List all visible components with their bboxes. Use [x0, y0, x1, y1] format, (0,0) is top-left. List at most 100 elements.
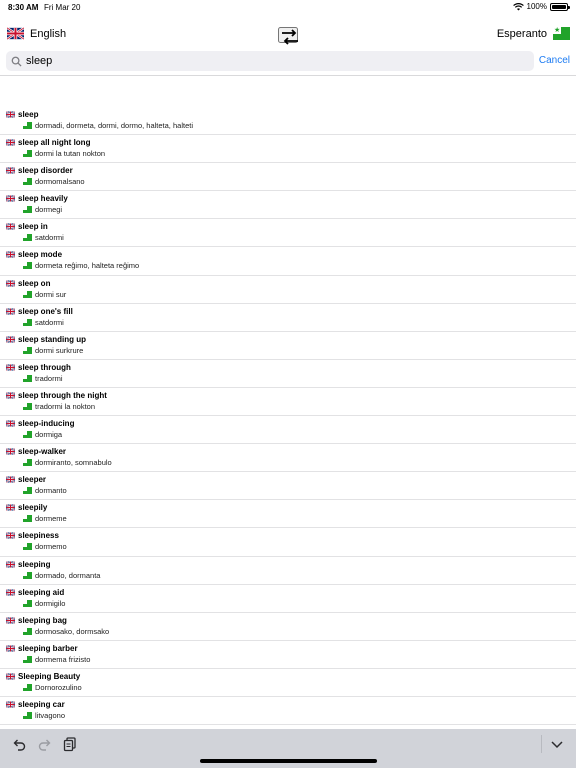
esperanto-flag-icon — [23, 431, 32, 439]
uk-flag-icon — [6, 616, 15, 624]
esperanto-flag-icon: ★ — [553, 27, 570, 40]
result-term: sleep through the night — [6, 391, 107, 400]
result-term-text: sleeping bag — [18, 615, 67, 625]
result-translation: dormema frizisto — [23, 655, 90, 664]
search-input[interactable] — [26, 55, 506, 67]
result-term: sleep — [6, 110, 38, 119]
uk-flag-icon — [6, 335, 15, 343]
result-translation: dormosako, dormsako — [23, 627, 109, 636]
esperanto-flag-icon — [23, 655, 32, 663]
search-box[interactable] — [6, 51, 534, 71]
target-language-button[interactable]: Esperanto ★ — [497, 27, 570, 40]
result-translation-text: dormi surkrure — [35, 345, 84, 355]
uk-flag-icon — [6, 111, 15, 118]
uk-flag-icon — [7, 27, 24, 40]
esperanto-flag-icon — [23, 711, 32, 719]
esperanto-flag-icon — [23, 374, 32, 382]
result-translation: satdormi — [23, 233, 64, 242]
result-term-text: sleeping car — [18, 699, 65, 709]
result-term: sleeping bag — [6, 616, 67, 625]
result-term-text: sleeping — [18, 559, 51, 569]
result-row[interactable]: sleeper dormanto — [0, 472, 576, 501]
result-row[interactable]: sleeping aid dormigilo — [0, 585, 576, 613]
result-row[interactable]: sleep-inducing dormiga — [0, 416, 576, 445]
result-row[interactable]: sleeping bag dormosako, dormsako — [0, 613, 576, 641]
esperanto-flag-icon — [23, 543, 32, 551]
source-language-button[interactable]: English — [7, 27, 66, 40]
uk-flag-icon — [6, 644, 15, 652]
result-translation: dormi surkrure — [23, 346, 83, 355]
result-row[interactable]: sleeping car litvagono — [0, 697, 576, 726]
result-translation-text: satdormi — [35, 233, 64, 243]
result-translation-text: dormi la tutan nokton — [35, 149, 106, 159]
result-row[interactable]: sleeping dormado, dormanta — [0, 557, 576, 585]
uk-flag-icon — [6, 139, 15, 147]
esperanto-flag-icon — [23, 122, 32, 129]
result-term-text: sleep in — [18, 222, 48, 232]
uk-flag-icon — [6, 504, 15, 512]
uk-flag-icon — [6, 588, 15, 596]
result-row[interactable]: sleep disorder dormomalsano — [0, 163, 576, 192]
result-row[interactable]: sleep heavily dormegi — [0, 191, 576, 220]
result-translation-text: dormanto — [35, 486, 67, 496]
result-translation-text: dormiranto, somnabulo — [35, 458, 112, 468]
result-row[interactable]: sleeping barber dormema frizisto — [0, 641, 576, 669]
result-translation: dormadi, dormeta, dormi, dormo, halteta,… — [23, 121, 193, 130]
swap-arrows-icon — [282, 29, 298, 45]
status-date: Fri Mar 20 — [44, 3, 81, 12]
swap-languages-button[interactable] — [278, 27, 298, 45]
result-term: Sleeping Beauty — [6, 672, 80, 681]
result-translation: dormanto — [23, 486, 67, 495]
result-term: sleep one's fill — [6, 307, 73, 316]
uk-flag-icon — [6, 167, 15, 175]
result-translation-text: dormegi — [35, 205, 63, 215]
result-term-text: sleeping barber — [18, 643, 78, 653]
result-row[interactable]: Sleeping Beauty Dornorozulino — [0, 669, 576, 697]
redo-button[interactable] — [37, 736, 53, 752]
result-row[interactable]: sleep standing up dormi surkrure — [0, 332, 576, 360]
wifi-icon — [512, 2, 524, 10]
result-row[interactable]: sleep through the night tradormi la nokto… — [0, 388, 576, 417]
result-term-text: sleep heavily — [18, 194, 68, 204]
result-translation-text: dormemo — [35, 542, 67, 552]
status-right: 100% — [512, 2, 570, 11]
result-translation: tradormi — [23, 374, 63, 383]
result-row[interactable]: sleep in satdormi — [0, 219, 576, 248]
uk-flag-icon — [6, 223, 15, 231]
result-row[interactable]: sleep mode dormeta reĝimo, halteta reĝimo — [0, 247, 576, 276]
result-row[interactable]: sleepiness dormemo — [0, 528, 576, 557]
esperanto-flag-icon — [23, 262, 32, 270]
result-row[interactable]: sleep one's fill satdormi — [0, 304, 576, 332]
result-term-text: sleeper — [18, 475, 47, 485]
esperanto-flag-icon — [23, 402, 32, 410]
result-row[interactable]: sleep dormadi, dormeta, dormi, dormo, hal… — [0, 107, 576, 136]
result-row[interactable]: sleep all night long dormi la tutan nokto… — [0, 135, 576, 164]
result-row[interactable]: sleep through tradormi — [0, 360, 576, 388]
uk-flag-icon — [6, 307, 15, 315]
result-term: sleepily — [6, 503, 47, 512]
uk-flag-icon — [6, 279, 15, 287]
result-row[interactable]: sleep-walker dormiranto, somnabulo — [0, 444, 576, 473]
esperanto-flag-icon — [23, 571, 32, 579]
result-row[interactable]: sleep on dormi sur — [0, 276, 576, 304]
esperanto-flag-icon — [23, 346, 32, 354]
result-translation: dormiga — [23, 430, 62, 439]
result-translation-text: Dornorozulino — [35, 682, 82, 692]
cancel-button[interactable]: Cancel — [539, 55, 570, 66]
undo-button[interactable] — [11, 736, 27, 752]
battery-percent: 100% — [526, 2, 547, 11]
magnifier-icon — [11, 56, 22, 67]
result-term-text: sleep mode — [18, 250, 63, 260]
result-translation-text: dormeme — [35, 514, 67, 524]
uk-flag-icon — [6, 672, 15, 680]
result-translation: dormegi — [23, 205, 62, 214]
paste-button[interactable] — [62, 736, 78, 752]
chevron-down-icon — [551, 741, 563, 749]
source-language-label: English — [30, 27, 67, 40]
esperanto-flag-icon — [23, 150, 32, 158]
dismiss-keyboard-button[interactable] — [549, 736, 565, 752]
uk-flag-icon — [6, 251, 15, 259]
result-term: sleep-walker — [6, 447, 66, 456]
esperanto-flag-icon — [23, 318, 32, 326]
result-row[interactable]: sleepily dormeme — [0, 500, 576, 529]
